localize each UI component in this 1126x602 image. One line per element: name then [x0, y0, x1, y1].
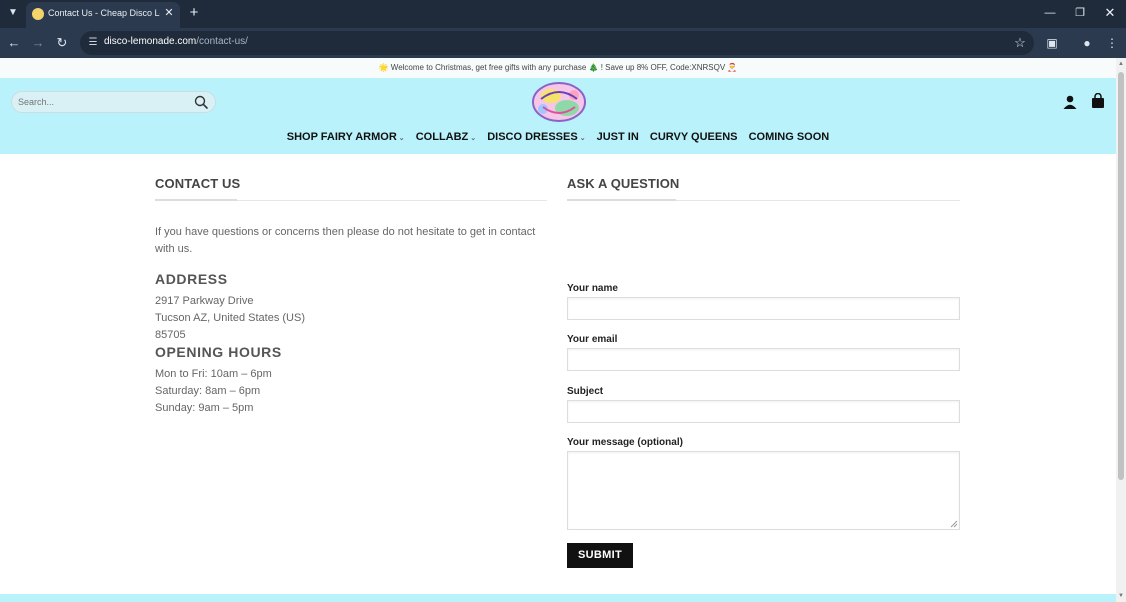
profile-icon[interactable]: ●	[1078, 34, 1096, 52]
address-heading: ADDRESS	[155, 271, 228, 287]
chevron-down-icon: ⌄	[579, 135, 586, 142]
resize-handle-icon[interactable]	[950, 520, 958, 528]
reload-icon[interactable]: ↻	[53, 34, 71, 52]
nav-shop-fairy-armor[interactable]: SHOP FAIRY ARMOR ⌄	[287, 131, 405, 143]
cart-icon[interactable]	[1090, 93, 1106, 109]
new-tab-icon[interactable]: +	[186, 5, 202, 21]
minimize-icon[interactable]: —	[1042, 5, 1058, 21]
browser-tab-bar: ▼ Contact Us - Cheap Disco Lemonade ✕ + …	[0, 0, 1126, 28]
title-underline	[155, 199, 237, 201]
tab-search-icon[interactable]: ▼	[5, 5, 21, 21]
site-header: SHOP FAIRY ARMOR⌄ COLLABZ⌄ DISCO DRESSES…	[0, 78, 1116, 154]
form-title: ASK A QUESTION	[567, 176, 680, 191]
disco-lemonade-logo[interactable]	[531, 81, 587, 123]
address-line: Tucson AZ, United States (US)	[155, 312, 305, 324]
main-content: CONTACT US If you have questions or conc…	[0, 154, 1116, 602]
nav-just-in[interactable]: JUST IN	[597, 131, 639, 143]
search-icon[interactable]	[193, 94, 209, 110]
url-text: disco-lemonade.com/contact-us/	[104, 36, 248, 47]
account-icon[interactable]	[1062, 94, 1078, 110]
name-label: Your name	[567, 283, 618, 294]
site-info-icon[interactable]: ☰	[86, 35, 100, 51]
promo-banner: 🌟 Welcome to Christmas, get free gifts w…	[0, 58, 1116, 78]
extensions-icon[interactable]: ▣	[1043, 34, 1061, 52]
contact-title: CONTACT US	[155, 176, 241, 191]
title-underline	[567, 199, 676, 201]
footer-strip	[0, 594, 1116, 602]
name-field[interactable]	[567, 297, 960, 320]
hours-line: Sunday: 9am – 5pm	[155, 402, 254, 414]
contact-intro: If you have questions or concerns then p…	[155, 226, 536, 255]
restore-icon[interactable]: ❐	[1072, 5, 1088, 21]
main-navigation: SHOP FAIRY ARMOR ⌄ COLLABZ ⌄ DISCO DRESSES…	[0, 131, 1116, 143]
email-field[interactable]	[567, 348, 960, 371]
search-input[interactable]	[18, 96, 188, 108]
chevron-down-icon: ⌄	[470, 135, 477, 142]
scrollbar-thumb[interactable]	[1118, 72, 1124, 480]
web-page: 🌟 Welcome to Christmas, get free gifts w…	[0, 58, 1116, 602]
browser-toolbar: ← → ↻ ☰ disco-lemonade.com/contact-us/ ☆…	[0, 28, 1126, 58]
message-label: Your message (optional)	[567, 437, 683, 448]
close-tab-icon[interactable]: ✕	[162, 6, 176, 20]
subject-label: Subject	[567, 386, 604, 397]
browser-menu-icon[interactable]: ⋮	[1103, 34, 1121, 52]
site-favicon-icon	[32, 8, 44, 20]
subject-field[interactable]	[567, 400, 960, 423]
back-icon[interactable]: ←	[5, 34, 23, 52]
scroll-down-icon[interactable]: ▼	[1117, 592, 1125, 600]
email-label: Your email	[567, 334, 618, 345]
message-textarea[interactable]	[567, 451, 960, 530]
nav-curvy-queens[interactable]: CURVY QUEENS	[650, 131, 738, 143]
close-window-icon[interactable]: ✕	[1102, 5, 1118, 21]
nav-coming-soon[interactable]: COMING SOON	[749, 131, 830, 143]
bookmark-star-icon[interactable]: ☆	[1012, 34, 1028, 52]
hours-line: Mon to Fri: 10am – 6pm	[155, 368, 272, 380]
address-bar[interactable]: ☰ disco-lemonade.com/contact-us/ ☆	[80, 31, 1034, 55]
scroll-up-icon[interactable]: ▲	[1117, 60, 1125, 68]
submit-button[interactable]: SUBMIT	[567, 543, 633, 568]
forward-icon[interactable]: →	[29, 34, 47, 52]
page-scrollbar[interactable]: ▲ ▼	[1116, 58, 1126, 602]
search-box[interactable]	[11, 91, 216, 113]
address-line: 2917 Parkway Drive	[155, 295, 254, 307]
tab-title: Contact Us - Cheap Disco Lemonade	[48, 8, 160, 18]
browser-tab[interactable]: Contact Us - Cheap Disco Lemonade ✕	[26, 2, 180, 28]
hours-line: Saturday: 8am – 6pm	[155, 385, 261, 397]
address-line: 85705	[155, 329, 186, 341]
opening-hours-heading: OPENING HOURS	[155, 344, 282, 360]
nav-disco-dresses[interactable]: DISCO DRESSES ⌄	[487, 131, 585, 143]
nav-collabz[interactable]: COLLABZ ⌄	[416, 131, 476, 143]
chevron-down-icon: ⌄	[398, 135, 405, 142]
